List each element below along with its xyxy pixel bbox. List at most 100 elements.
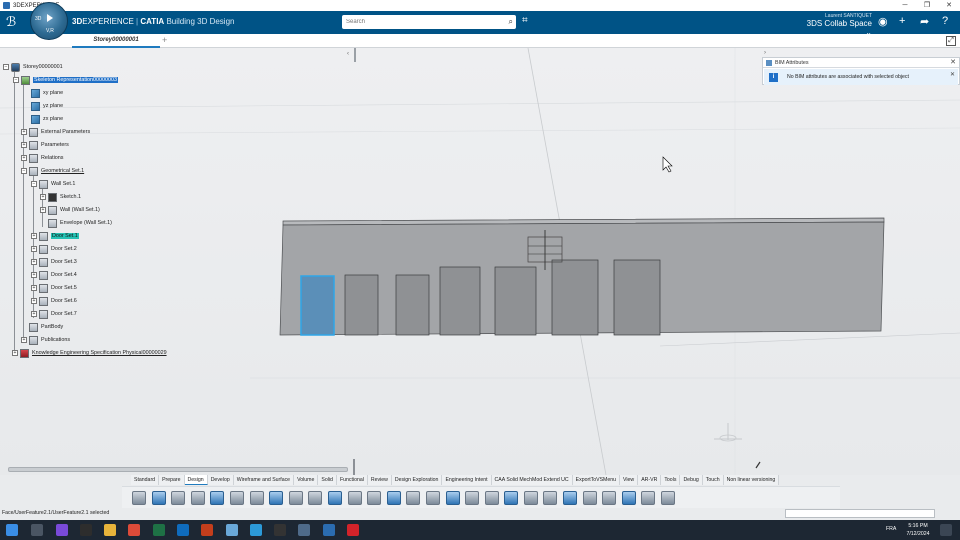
search-box[interactable]: ⌕ (342, 15, 516, 29)
app-icon[interactable] (274, 524, 286, 536)
measure-icon[interactable] (563, 490, 578, 505)
copy-icon[interactable] (151, 490, 166, 505)
wall-icon[interactable] (386, 490, 401, 505)
tree-node[interactable]: + Wall (Wall Set.1) (40, 204, 100, 216)
tree-node[interactable]: + Door Set.7 (31, 308, 77, 320)
tree-node[interactable]: zx plane (31, 113, 63, 125)
opening-icon[interactable] (504, 490, 519, 505)
tree-node[interactable]: Envelope (Wall Set.1) (48, 217, 112, 229)
ds-logo-icon[interactable]: ℬ (6, 14, 16, 30)
tree-node[interactable]: + Door Set.1 (31, 230, 79, 242)
action-tab[interactable]: Wireframe and Surface (234, 475, 295, 485)
collapse-icon[interactable]: − (31, 181, 37, 187)
tab-storey[interactable]: Storey00000001 (72, 34, 160, 48)
action-tab[interactable]: Volume (294, 475, 319, 485)
action-tab[interactable]: CAA Solid MechMod Extend UC (492, 475, 573, 485)
action-tab[interactable]: View (620, 475, 639, 485)
expand-icon[interactable]: + (21, 337, 27, 343)
maximize-icon[interactable]: ⤢ (946, 36, 956, 46)
window-icon[interactable] (367, 490, 382, 505)
grid-icon[interactable] (543, 490, 558, 505)
pocket-icon[interactable] (308, 490, 323, 505)
restore-button[interactable]: ❐ (916, 0, 938, 11)
expand-icon[interactable]: + (21, 142, 27, 148)
tree-node[interactable]: − Wall Set.1 (31, 178, 75, 190)
tree-node[interactable]: + Door Set.6 (31, 295, 77, 307)
expand-icon[interactable]: + (21, 155, 27, 161)
undo-icon[interactable] (190, 490, 205, 505)
visual-studio-icon[interactable] (56, 524, 68, 536)
action-tab[interactable]: Tools (661, 475, 681, 485)
search-icon[interactable]: ⌕ (509, 17, 513, 27)
tree-node[interactable]: + Door Set.4 (31, 269, 77, 281)
door[interactable] (613, 259, 661, 336)
tree-node[interactable]: − Skeleton Representation00000003 (13, 74, 119, 86)
3d-viewport[interactable]: ‹ › − Storey00000001 − Skeleton Representa… (0, 48, 960, 475)
dismiss-icon[interactable]: ✕ (950, 71, 955, 78)
cut-icon[interactable] (132, 490, 146, 505)
section-icon[interactable] (582, 490, 597, 505)
action-tab[interactable]: Touch (703, 475, 724, 485)
door-selected[interactable] (300, 275, 335, 336)
space-icon[interactable] (523, 490, 538, 505)
excel-icon[interactable] (153, 524, 165, 536)
action-tab[interactable]: Design (184, 475, 208, 485)
language-indicator[interactable]: FRA (886, 526, 896, 532)
tree-node[interactable]: − Geometrical Set.1 (21, 165, 84, 177)
tree-node[interactable]: xy plane (31, 87, 63, 99)
tools-icon[interactable] (621, 490, 636, 505)
app-icon[interactable] (347, 524, 359, 536)
expand-icon[interactable]: + (31, 311, 37, 317)
expand-icon[interactable]: + (31, 298, 37, 304)
action-tab[interactable]: AR-VR (638, 475, 662, 485)
sketch-tool-icon[interactable] (249, 490, 264, 505)
add-icon[interactable]: + (899, 15, 905, 27)
collapse-icon[interactable]: − (3, 64, 9, 70)
tree-node[interactable]: + Publications (21, 334, 70, 346)
splitter-handle[interactable] (353, 459, 355, 475)
axis-compass-icon[interactable] (714, 423, 742, 442)
command-input[interactable] (785, 509, 935, 518)
tree-node[interactable]: + Relations (21, 152, 63, 164)
powerpoint-icon[interactable] (201, 524, 213, 536)
collapse-tree-icon[interactable]: ‹ (347, 51, 349, 57)
outlook-icon[interactable] (177, 524, 189, 536)
expand-icon[interactable]: + (12, 350, 18, 356)
notifications-icon[interactable] (940, 524, 952, 536)
publish-icon[interactable] (661, 490, 676, 505)
shell-icon[interactable] (288, 490, 303, 505)
action-tab[interactable]: ExportToVSMenu (573, 475, 621, 485)
hole-icon[interactable] (327, 490, 342, 505)
collapse-panel-icon[interactable]: › (764, 50, 766, 56)
chrome-icon[interactable] (128, 524, 140, 536)
app-icon[interactable] (226, 524, 238, 536)
collapse-icon[interactable]: − (13, 77, 19, 83)
app-icon[interactable] (298, 524, 310, 536)
tree-node[interactable]: + Door Set.2 (31, 243, 77, 255)
search-taskbar-icon[interactable] (31, 524, 43, 536)
close-icon[interactable]: ✕ (950, 58, 956, 66)
expand-icon[interactable]: + (31, 259, 37, 265)
door[interactable] (395, 274, 430, 336)
help-icon[interactable]: ? (942, 15, 948, 27)
app-icon[interactable] (250, 524, 262, 536)
search-input[interactable] (342, 15, 492, 29)
door[interactable] (551, 259, 599, 336)
clock[interactable]: 5:16 PM 7/12/2024 (900, 522, 936, 538)
action-tab[interactable]: Solid (318, 475, 337, 485)
door[interactable] (439, 266, 481, 336)
3dexperience-taskbar-icon[interactable] (323, 524, 335, 536)
collapse-icon[interactable]: − (21, 168, 27, 174)
action-tab[interactable]: Debug (680, 475, 703, 485)
close-button[interactable]: ✕ (938, 0, 960, 11)
file-explorer-icon[interactable] (104, 524, 116, 536)
tree-node[interactable]: + Door Set.5 (31, 282, 77, 294)
tree-scrollbar[interactable] (8, 467, 348, 472)
select-icon[interactable] (229, 490, 244, 505)
minimize-button[interactable]: ─ (894, 0, 916, 11)
tree-node[interactable]: + Sketch.1 (40, 191, 81, 203)
action-tab[interactable]: Non linear versioning (724, 475, 780, 485)
action-tab[interactable]: Engineering Intent (442, 475, 492, 485)
extrude-icon[interactable] (269, 490, 284, 505)
expand-icon[interactable]: + (31, 246, 37, 252)
